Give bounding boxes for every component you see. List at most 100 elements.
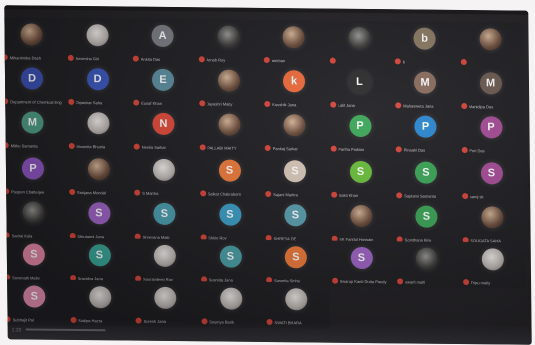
participant-avatar: P (479, 116, 503, 139)
participant-tile[interactable] (325, 20, 393, 68)
participant-tile[interactable] (456, 21, 524, 69)
mic-muted-icon (68, 142, 75, 149)
participant-photo (85, 24, 109, 47)
mic-muted-icon (394, 58, 401, 65)
mic-muted-icon (68, 188, 75, 195)
mic-muted-icon (461, 193, 468, 200)
participant-tile[interactable]: M Mithu Samanta (4, 105, 66, 152)
participant-photo (86, 112, 110, 135)
participant-avatar: S (415, 205, 438, 228)
mic-muted-icon (133, 99, 140, 106)
participant-photo (283, 114, 306, 137)
participant-tile[interactable]: Souravdeep Roy (131, 238, 199, 286)
participant-tile[interactable]: Mihanimitra Dash (4, 17, 65, 64)
participant-tile[interactable]: Ranjana Mondal (65, 151, 132, 199)
participant-photo (285, 288, 308, 311)
mic-muted-icon (67, 54, 74, 61)
mic-muted-icon (460, 59, 467, 66)
participant-tile[interactable]: S Swarup Kanti Dutta Paudy (328, 240, 395, 288)
participant-tile[interactable]: Jayashri Maity (195, 63, 262, 110)
participant-tile[interactable]: Arnab Roy (194, 19, 262, 66)
participant-tile[interactable]: S Susmita Sinha (262, 239, 330, 287)
mic-muted-icon (67, 98, 74, 105)
participant-name: Pori Das (469, 148, 485, 154)
participant-grid: Mihanimitra Dash Anwesha Giri A Ankita Das A… (4, 5, 531, 345)
mic-muted-icon (330, 145, 337, 152)
participant-tile[interactable]: S Saikat Chakraborti (196, 153, 263, 200)
participant-tile[interactable]: SK Farldul Hossain (327, 198, 395, 246)
meeting-controls-bar[interactable]: 1:20 (7, 319, 532, 345)
participant-tile[interactable]: S Sajani Maritra (261, 153, 329, 201)
participant-avatar: k (282, 70, 306, 93)
participant-tile[interactable]: Sariraj Kola (4, 195, 67, 242)
participant-tile[interactable]: S Sovonath Maity (4, 237, 68, 284)
mic-muted-icon (462, 279, 469, 286)
participant-tile[interactable]: S Somthana Bira (393, 199, 460, 247)
participant-tile[interactable]: Moumita Bhunia (64, 105, 132, 153)
participant-photo (217, 113, 241, 136)
participant-photo (216, 25, 240, 48)
participant-tile[interactable]: P Puspen Chatterjee (4, 151, 67, 198)
participant-tile[interactable]: SOUGATA SAHA (458, 199, 526, 247)
meeting-screen: Mihanimitra Dash Anwesha Giri A Ankita Das A… (4, 5, 532, 345)
mic-muted-icon (4, 54, 8, 61)
participant-tile[interactable]: D Department of Chemical Eng (4, 61, 66, 108)
participant-avatar: P (348, 114, 372, 138)
participant-avatar: S (88, 244, 111, 267)
participant-tile[interactable]: P Partha Poddar (326, 108, 394, 156)
participant-photo (478, 28, 502, 51)
participant-avatar: A (151, 24, 174, 48)
participant-tile[interactable]: S Shirin Roy (196, 197, 264, 244)
participant-photo (88, 286, 111, 309)
participant-tile[interactable]: S Mantra (130, 152, 198, 200)
participant-name: Pinaaki Das (403, 147, 426, 153)
participant-tile[interactable]: k Koushik Jana (260, 63, 328, 111)
participant-tile[interactable]: bb (391, 21, 458, 68)
participant-tile[interactable]: D Dipankar Saha (64, 61, 131, 109)
mic-muted-icon (198, 100, 205, 107)
participant-tile[interactable]: S Shrutanni Jana (65, 195, 133, 243)
mic-muted-icon (395, 146, 402, 153)
participant-tile[interactable]: N Neelia Sarkar (130, 106, 197, 154)
mic-muted-icon (461, 147, 468, 154)
participant-tile[interactable]: Tripu maity (459, 242, 526, 289)
participant-avatar: S (22, 243, 45, 266)
participant-tile[interactable]: swarit maiti (393, 241, 461, 289)
participant-tile[interactable]: Pankaj Sarkar (261, 107, 328, 155)
participant-avatar: L (348, 70, 371, 94)
mic-muted-icon (397, 278, 404, 285)
participant-photo (20, 23, 43, 46)
participant-tile[interactable]: Anwesha Giri (63, 17, 131, 65)
mic-muted-icon (395, 102, 402, 109)
participant-tile[interactable]: L Lalit Jana (326, 64, 393, 112)
participant-photo (219, 287, 242, 310)
participant-tile[interactable]: S Shrevana Maiti (131, 196, 198, 244)
participant-photo (217, 69, 240, 92)
participant-tile[interactable]: anirban (260, 19, 327, 67)
participant-tile[interactable]: P Pori Das (457, 109, 525, 157)
participant-tile[interactable]: P Pinaaki Das (392, 109, 459, 156)
mic-muted-icon (329, 101, 336, 108)
participant-tile[interactable]: PALLABI MAITY (195, 107, 263, 154)
participant-tile[interactable]: M Mahasweta Jana (391, 65, 459, 112)
participant-avatar: S (414, 161, 438, 184)
participant-photo (347, 26, 371, 50)
participant-avatar: S (23, 285, 46, 308)
participant-tile[interactable]: S SHREYA DE (262, 197, 329, 245)
participant-avatar: M (413, 71, 437, 94)
participant-tile[interactable]: E Eusaf Khan (129, 62, 197, 110)
participant-tile[interactable]: S Saptarsi Samanta (392, 155, 460, 203)
participant-avatar: S (219, 245, 242, 268)
mic-muted-icon (460, 103, 467, 110)
meeting-timer: 1:20 (11, 327, 22, 334)
participant-tile[interactable]: S Sravidya Jana (66, 237, 133, 285)
participant-avatar: S (87, 202, 111, 225)
participant-tile[interactable]: M Manidipa Das (457, 65, 524, 113)
participant-tile[interactable]: Ssaroj sk (458, 155, 525, 203)
participant-avatar: S (350, 246, 373, 270)
participant-tile[interactable]: A Ankita Das (129, 18, 196, 66)
participant-name: Tripu maity (470, 280, 491, 286)
participant-avatar: S (480, 162, 503, 185)
participant-tile[interactable]: S Sakti Khan (327, 154, 394, 202)
participant-tile[interactable]: S Susmita Jana (197, 239, 264, 286)
